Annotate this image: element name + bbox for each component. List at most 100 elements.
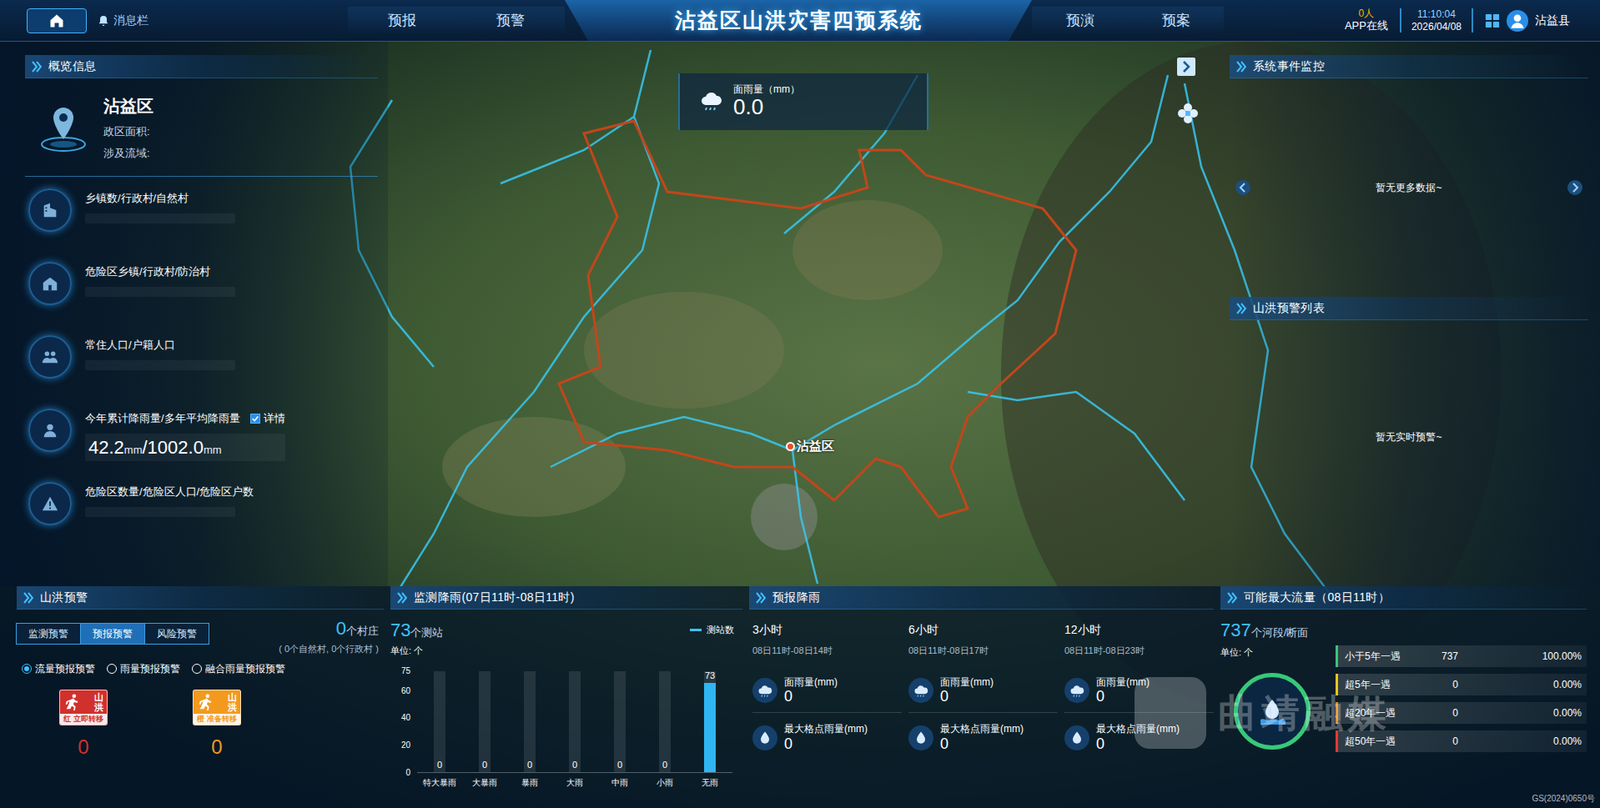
metric-text: 最大格点雨量(mm)0 <box>940 723 1024 754</box>
chevron-icon <box>31 60 42 73</box>
region-text: 沾益区政区面积:涉及流域: <box>103 93 154 162</box>
system-title: 沾益区山洪灾害四预系统 <box>674 5 923 37</box>
bar-value: 73 <box>704 671 715 681</box>
details-checkbox[interactable]: 详情 <box>250 410 286 428</box>
flow-pct: 100.00% <box>1542 649 1582 665</box>
arrow-right-icon[interactable] <box>1566 179 1584 197</box>
nav-tab[interactable]: 预案 <box>1127 6 1224 36</box>
arrow-left-icon[interactable] <box>1234 179 1252 197</box>
metric-icon-badge <box>752 678 778 704</box>
category-label: 中雨 <box>611 776 629 790</box>
overview-item-body: 今年累计降雨量/多年平均降雨量详情42.2mm/1002.0mm <box>85 408 286 462</box>
y-tick: 60 <box>401 687 411 696</box>
bar-value: 0 <box>527 760 533 770</box>
y-tick: 0 <box>405 769 411 778</box>
category-slot: 大暴雨 <box>478 776 491 790</box>
max-flow-body: 单位: 个小于5年一遇737100.00%超5年一遇00.00%超20年一遇00… <box>1220 645 1587 753</box>
metric-icon-badge <box>908 725 934 751</box>
metric-icon-badge <box>752 725 778 751</box>
bar-column: 0 <box>523 671 536 773</box>
value-placeholder <box>85 213 236 224</box>
chevron-icon <box>397 592 408 604</box>
cloud-icon <box>756 682 774 700</box>
section-count: 737个河段/断面 <box>1220 609 1587 645</box>
legend-label: 测站数 <box>706 623 735 638</box>
radio-circle[interactable] <box>21 664 32 675</box>
location-icon <box>36 100 91 155</box>
bar-column: 0 <box>433 671 446 773</box>
bar-column: 73 <box>704 671 716 773</box>
category-slot: 无雨 <box>704 776 716 790</box>
flow-count: 737 <box>1424 649 1459 665</box>
flow-pct: 0.00% <box>1553 677 1582 693</box>
layers-icon <box>1176 101 1200 126</box>
radio-group: 流量预报预警雨量预报预警 融合雨量预报预警 <box>16 661 384 677</box>
nav-label: 预案 <box>1162 10 1191 32</box>
warning-badge-bottom: 橙准备转移 <box>193 714 241 726</box>
map-marker[interactable]: 沾益区 <box>785 437 835 457</box>
warning-badge: 山洪橙准备转移 <box>192 689 242 727</box>
warning-tab[interactable]: 风险预警 <box>144 623 210 645</box>
metric-text: 最大格点雨量(mm)0 <box>784 723 868 754</box>
nav-label: 预警 <box>496 10 525 32</box>
radio-circle[interactable] <box>191 664 202 675</box>
panel-toggle-icon[interactable] <box>1176 56 1197 77</box>
metric-label: 面雨量(mm) <box>784 676 838 689</box>
overview-item-body: 危险区数量/危险区人口/危险区户数 <box>85 482 254 518</box>
bar[interactable] <box>704 683 716 773</box>
nav-tab[interactable]: 预报 <box>347 6 457 36</box>
bar-value: 0 <box>437 760 443 770</box>
bar-value: 0 <box>482 760 488 770</box>
warning-tab[interactable]: 监测预警 <box>15 623 81 645</box>
nav-tab[interactable]: 预演 <box>1031 6 1128 36</box>
user-name: 沾益县 <box>1534 11 1570 30</box>
warning-tab[interactable]: 预报预警 <box>80 623 146 645</box>
flow-count: 0 <box>1424 705 1459 721</box>
bar-value: 0 <box>662 760 668 770</box>
chevron-icon <box>1227 592 1238 604</box>
bar-column: 0 <box>478 671 491 773</box>
category-slot: 特大暴雨 <box>433 776 446 790</box>
running-person-icon <box>63 693 82 712</box>
overview-item-label-row: 危险区数量/危险区人口/危险区户数 <box>85 483 254 501</box>
cloud-icon <box>1068 682 1086 700</box>
level-count: 0 <box>77 732 89 763</box>
radio-circle[interactable] <box>106 664 117 675</box>
warning-badge: 山洪红立即转移 <box>59 689 108 727</box>
forecast-column: 12小时08日11时-08日23时面雨量(mm)0最大格点雨量(mm)0 <box>1064 621 1214 754</box>
legend-swatch <box>689 628 702 632</box>
bell-icon <box>96 14 111 28</box>
radio-option[interactable]: 雨量预报预警 <box>106 661 181 677</box>
warning-badge-bottom: 红立即转移 <box>60 714 107 726</box>
stat-icon <box>40 494 60 514</box>
flow-label: 小于5年一遇 <box>1344 649 1425 665</box>
checkbox-box[interactable] <box>250 413 261 424</box>
radio-label: 融合雨量预报预警 <box>205 661 286 677</box>
panel-title: 监测降雨(07日11时-08日11时) <box>413 588 575 607</box>
forecast-period: 12小时 <box>1064 621 1214 639</box>
overview-item-label-row: 常住人口/户籍人口 <box>85 337 236 354</box>
stat-icon <box>40 421 60 440</box>
flow-row: 超50年一遇00.00% <box>1335 730 1587 753</box>
category-axis: 特大暴雨大暴雨暴雨大雨中雨小雨无雨 <box>417 773 733 790</box>
forecast-metric: 面雨量(mm)0 <box>752 676 902 715</box>
panel-header: 可能最大流量（08日11时） <box>1220 586 1587 610</box>
panel-title: 山洪预警 <box>40 588 88 607</box>
plot-area: 00000073特大暴雨大暴雨暴雨大雨中雨小雨无雨 <box>417 671 733 790</box>
bar-value: 0 <box>617 760 623 770</box>
grid-icon[interactable] <box>1484 13 1500 29</box>
chevron-icon <box>23 592 34 604</box>
station-row: 73个测站测站数 <box>390 609 743 645</box>
flow-count: 0 <box>1424 734 1459 750</box>
value-part: mm <box>203 442 222 459</box>
tab-label: 风险预警 <box>156 626 197 642</box>
nav-tab[interactable]: 预警 <box>456 6 565 36</box>
radio-option[interactable]: 融合雨量预报预警 <box>191 661 286 677</box>
user-menu[interactable]: 沾益县 <box>1506 10 1570 32</box>
radio-option[interactable]: 流量预报预警 <box>21 661 96 677</box>
category-label: 大雨 <box>566 776 584 790</box>
app-label: APP在线 <box>1344 20 1389 33</box>
metric-label: 最大格点雨量(mm) <box>940 723 1024 735</box>
home-button[interactable] <box>26 8 87 34</box>
message-button[interactable]: 消息栏 <box>96 11 149 30</box>
